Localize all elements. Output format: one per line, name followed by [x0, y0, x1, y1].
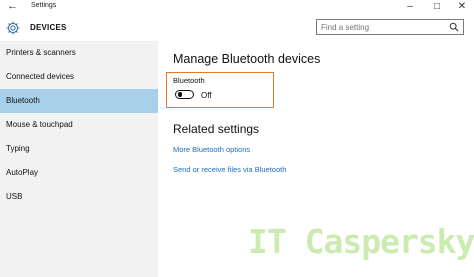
sidebar: Printers & scanners Connected devices Bl… — [0, 41, 158, 277]
page-header: DEVICES — [0, 14, 474, 41]
section-heading: Manage Bluetooth devices — [173, 52, 321, 66]
bluetooth-label: Bluetooth — [173, 76, 205, 85]
maximize-icon[interactable]: □ — [428, 0, 446, 13]
search-icon[interactable] — [449, 22, 459, 32]
minimize-icon[interactable]: – — [401, 0, 419, 13]
bluetooth-toggle[interactable] — [175, 90, 194, 99]
sidebar-item-label: Typing — [6, 144, 30, 153]
title-bar: ← Settings – □ ✕ — [0, 0, 474, 14]
sidebar-item-printers-scanners[interactable]: Printers & scanners — [0, 41, 158, 65]
related-settings-heading: Related settings — [173, 122, 260, 136]
sidebar-item-label: Connected devices — [6, 72, 75, 81]
sidebar-item-autoplay[interactable]: AutoPlay — [0, 161, 158, 185]
sidebar-item-connected-devices[interactable]: Connected devices — [0, 65, 158, 89]
back-arrow-icon[interactable]: ← — [7, 0, 18, 13]
sidebar-item-usb[interactable]: USB — [0, 185, 158, 209]
close-icon[interactable]: ✕ — [453, 0, 471, 13]
window-title: Settings — [31, 2, 57, 9]
more-bluetooth-options-link[interactable]: More Bluetooth options — [173, 145, 250, 154]
page-title: DEVICES — [30, 23, 67, 32]
sidebar-item-bluetooth[interactable]: Bluetooth — [0, 89, 158, 113]
watermark-text: IT Caspersky — [248, 222, 474, 261]
sidebar-item-label: Mouse & touchpad — [6, 120, 73, 129]
sidebar-item-mouse-touchpad[interactable]: Mouse & touchpad — [0, 113, 158, 137]
sidebar-item-label: AutoPlay — [6, 168, 39, 177]
sidebar-item-label: Bluetooth — [6, 96, 40, 105]
send-receive-files-link[interactable]: Send or receive files via Bluetooth — [173, 165, 286, 174]
search-input[interactable] — [321, 21, 445, 33]
sidebar-item-label: USB — [6, 192, 23, 201]
sidebar-item-typing[interactable]: Typing — [0, 137, 158, 161]
toggle-knob — [177, 92, 182, 97]
sidebar-item-label: Printers & scanners — [6, 48, 76, 57]
toggle-state-label: Off — [201, 91, 212, 100]
search-box[interactable] — [316, 19, 464, 35]
gear-icon — [6, 21, 20, 35]
